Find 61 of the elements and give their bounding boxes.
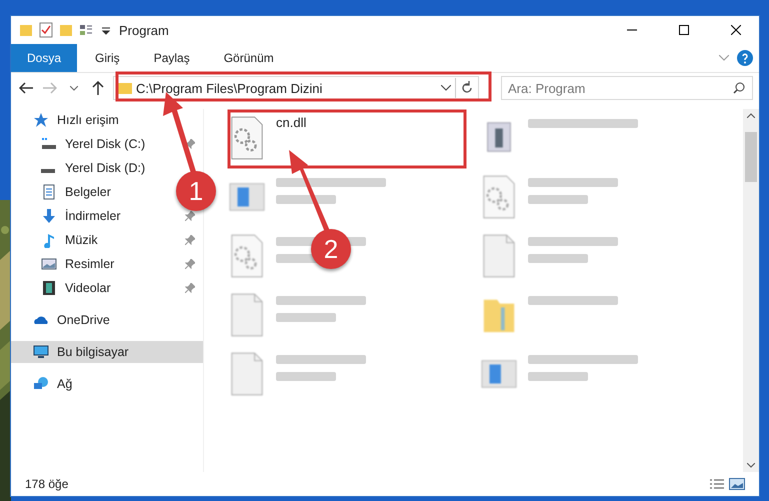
file-name[interactable]: cn.dll — [276, 115, 306, 130]
window-title: Program — [119, 22, 170, 38]
drive-icon — [41, 136, 57, 152]
star-icon — [33, 112, 49, 128]
blurred-text-bar — [528, 254, 588, 263]
details-view-icon[interactable] — [709, 478, 725, 490]
item-count: 178 öğe — [25, 477, 70, 491]
blurred-text-bar — [276, 372, 336, 381]
help-icon[interactable] — [737, 50, 753, 66]
up-arrow-icon — [92, 81, 104, 95]
maximize-icon — [679, 25, 689, 35]
pin-icon[interactable] — [185, 139, 195, 149]
download-icon — [41, 208, 57, 224]
tiles-view-icon[interactable] — [729, 478, 745, 490]
scroll-down-icon[interactable] — [747, 463, 755, 468]
sidebar-item[interactable]: OneDrive — [11, 309, 203, 331]
sidebar-item[interactable]: Ağ — [11, 373, 203, 395]
ribbon-tab[interactable]: Dosya — [11, 44, 78, 72]
address-path: C:\Program Files\Program Dizini — [136, 80, 324, 96]
film-icon — [41, 280, 57, 296]
sidebar-item[interactable]: Yerel Disk (C:) — [11, 133, 174, 155]
view-icon[interactable] — [79, 22, 93, 38]
music-icon — [41, 232, 57, 248]
document-icon — [41, 184, 57, 200]
back-arrow-icon — [19, 82, 33, 94]
sidebar-item[interactable]: Hızlı erişim — [11, 109, 203, 131]
address-bar[interactable]: C:\Program Files\Program Dizini — [113, 76, 479, 100]
blurred-text-bar — [528, 195, 588, 204]
folder-icon — [118, 81, 132, 95]
sidebar-item[interactable]: Müzik — [11, 229, 174, 251]
pin-icon[interactable] — [185, 235, 195, 245]
search-field[interactable]: Ara: Program — [501, 76, 753, 100]
sidebar-item[interactable]: Bu bilgisayar — [11, 341, 203, 363]
sidebar-item[interactable]: Videolar — [11, 277, 174, 299]
pin-icon[interactable] — [185, 259, 195, 269]
sidebar-item[interactable]: Belgeler — [11, 181, 174, 203]
blurred-text-bar — [528, 372, 588, 381]
search-icon — [733, 82, 745, 94]
forward-arrow-icon — [43, 82, 57, 94]
scroll-up-icon[interactable] — [747, 113, 755, 118]
pin-icon[interactable] — [185, 211, 195, 221]
chevron-icon[interactable] — [719, 55, 729, 61]
close-icon — [731, 25, 741, 35]
sidebar-item[interactable]: Yerel Disk (D:) — [11, 157, 174, 179]
drive-icon — [41, 169, 55, 173]
ribbon-tab[interactable]: Paylaş — [138, 44, 206, 72]
pictures-icon — [41, 256, 57, 272]
blurred-text-bar — [276, 313, 336, 322]
computer-icon — [33, 344, 49, 360]
sidebar-item[interactable]: İndirmeler — [11, 205, 174, 227]
scroll-thumb[interactable] — [745, 132, 757, 182]
network-icon — [33, 376, 49, 392]
ribbon-tab[interactable]: Giriş — [79, 44, 136, 72]
caret-icon — [70, 86, 78, 90]
dropdown-icon[interactable] — [441, 85, 451, 91]
scrollbar[interactable] — [743, 109, 759, 472]
pin-icon[interactable] — [185, 283, 195, 293]
properties-icon[interactable] — [39, 22, 53, 38]
ribbon-tab[interactable]: Görünüm — [208, 44, 290, 72]
sidebar-item[interactable]: Resimler — [11, 253, 174, 275]
blurred-text-bar — [276, 195, 336, 204]
